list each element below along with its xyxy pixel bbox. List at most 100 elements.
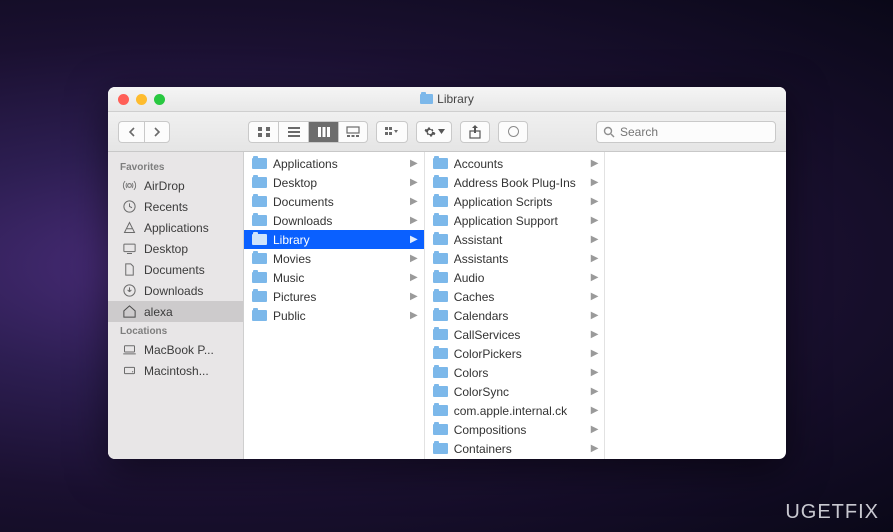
chevron-right-icon: ▶ [410,310,418,321]
item-label: ColorPickers [454,347,585,361]
chevron-right-icon: ▶ [410,272,418,283]
list-item[interactable]: Application Support▶ [425,211,605,230]
list-item[interactable]: Pictures▶ [244,287,424,306]
folder-icon [433,158,448,169]
item-label: ColorSync [454,385,585,399]
list-icon [287,126,301,138]
item-label: Audio [454,271,585,285]
item-label: Movies [273,252,404,266]
sidebar-item-label: Downloads [144,284,203,298]
list-item[interactable]: Application Scripts▶ [425,192,605,211]
chevron-right-icon: ▶ [591,329,599,340]
column-0: Applications▶Desktop▶Documents▶Downloads… [244,152,425,459]
folder-icon [420,94,433,104]
folder-icon [433,367,448,378]
list-item[interactable]: Caches▶ [425,287,605,306]
list-item[interactable]: Colors▶ [425,363,605,382]
airdrop-icon [122,178,137,193]
list-item[interactable]: Compositions ▶ [425,420,605,439]
chevron-right-icon: ▶ [591,272,599,283]
folder-icon [433,196,448,207]
folder-icon [433,348,448,359]
arrange-button[interactable] [376,121,408,143]
list-item[interactable]: ColorSync▶ [425,382,605,401]
share-button[interactable] [460,121,490,143]
list-item[interactable]: Applications▶ [244,154,424,173]
list-item[interactable]: Containers▶ [425,439,605,458]
search-input[interactable] [620,125,775,139]
chevron-down-icon [438,129,445,134]
window-title: Library [108,92,786,106]
gear-icon [424,126,436,138]
sidebar-item-macintosh-[interactable]: Macintosh... [108,360,243,381]
list-item[interactable]: Downloads▶ [244,211,424,230]
list-item[interactable]: Library▶ [244,230,424,249]
list-item[interactable]: CallServices ▶ [425,325,605,344]
sidebar-section-header: Locations [108,322,243,339]
chevron-right-icon: ▶ [591,424,599,435]
list-item[interactable]: Music▶ [244,268,424,287]
forward-button[interactable] [144,121,170,143]
chevron-right-icon: ▶ [591,310,599,321]
list-item[interactable]: Assistant ▶ [425,230,605,249]
chevron-left-icon [128,127,136,137]
back-button[interactable] [118,121,144,143]
list-item[interactable]: Audio ▶ [425,268,605,287]
zoom-icon[interactable] [154,94,165,105]
list-item[interactable]: Accounts▶ [425,154,605,173]
sidebar-item-alexa[interactable]: alexa [108,301,243,322]
list-item[interactable]: Public▶ [244,306,424,325]
item-label: Library [273,233,404,247]
close-icon[interactable] [118,94,129,105]
chevron-right-icon: ▶ [410,253,418,264]
disk-icon [122,363,137,378]
item-label: Downloads [273,214,404,228]
folder-icon [433,272,448,283]
sidebar-item-applications[interactable]: Applications [108,217,243,238]
view-gallery-button[interactable] [338,121,368,143]
list-item[interactable]: Address Book Plug-Ins▶ [425,173,605,192]
list-item[interactable]: Calendars▶ [425,306,605,325]
sidebar-item-documents[interactable]: Documents [108,259,243,280]
sidebar-item-downloads[interactable]: Downloads [108,280,243,301]
item-label: Application Support [454,214,585,228]
item-label: Containers [454,442,585,456]
sidebar-item-desktop[interactable]: Desktop [108,238,243,259]
sidebar-section-header: Favorites [108,158,243,175]
list-item[interactable]: Desktop ▶ [244,173,424,192]
chevron-right-icon: ▶ [410,177,418,188]
share-icon [469,125,481,139]
item-label: CallServices [454,328,585,342]
list-item[interactable]: Documents▶ [244,192,424,211]
list-item[interactable]: ColorPickers▶ [425,344,605,363]
tags-button[interactable] [498,121,528,143]
folder-icon [433,424,448,435]
sidebar-item-recents[interactable]: Recents [108,196,243,217]
view-icon-button[interactable] [248,121,278,143]
chevron-right-icon: ▶ [591,405,599,416]
search-icon [603,126,615,138]
view-columns-button[interactable] [308,121,338,143]
grid-dropdown-icon [385,126,399,138]
list-item[interactable]: Assistants▶ [425,249,605,268]
sidebar-item-airdrop[interactable]: AirDrop [108,175,243,196]
folder-icon [433,215,448,226]
folder-icon [433,310,448,321]
list-item[interactable]: com.apple.internal.ck▶ [425,401,605,420]
minimize-icon[interactable] [136,94,147,105]
action-menu-button[interactable] [416,121,452,143]
gallery-icon [346,126,360,138]
item-label: Assistant [454,233,585,247]
search-field[interactable] [596,121,776,143]
folder-icon [433,234,448,245]
view-list-button[interactable] [278,121,308,143]
folder-icon [433,386,448,397]
list-item[interactable]: Movies ▶ [244,249,424,268]
sidebar-item-macbook-p-[interactable]: MacBook P... [108,339,243,360]
chevron-right-icon: ▶ [591,253,599,264]
folder-icon [433,291,448,302]
item-label: Compositions [454,423,585,437]
item-label: Desktop [273,176,404,190]
watermark: UGETFIX [785,501,879,524]
chevron-right-icon: ▶ [591,234,599,245]
